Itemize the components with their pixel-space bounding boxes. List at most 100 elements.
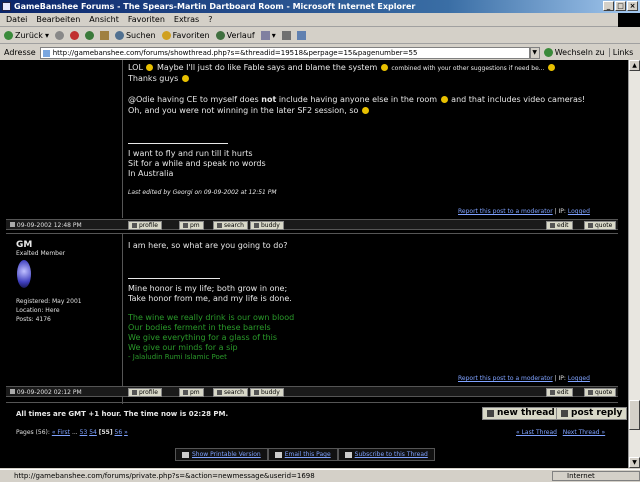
refresh-button[interactable] [84, 31, 94, 40]
go-button[interactable]: Wechseln zu [543, 48, 605, 57]
forward-button[interactable] [54, 31, 64, 40]
stop-icon [69, 31, 79, 40]
search-button[interactable]: Suchen [114, 31, 156, 40]
page-icon [42, 49, 50, 57]
history-button[interactable]: Verlauf [215, 31, 255, 40]
post-icon [10, 222, 15, 227]
post1-date: 09-09-2002 12:48 PM [10, 222, 82, 230]
post2-quote-button[interactable]: quote [584, 388, 617, 397]
post2-report[interactable]: Report this post to a moderator | IP: Lo… [458, 375, 590, 383]
pm-icon [183, 390, 188, 395]
back-button[interactable]: Zurück ▾ [4, 31, 49, 40]
scroll-thumb[interactable] [629, 400, 640, 430]
page-53-link[interactable]: 53 [80, 429, 88, 436]
post1-pm-button[interactable]: pm [179, 221, 204, 230]
page-56-link[interactable]: 56 [115, 429, 123, 436]
maximize-button[interactable]: □ [615, 1, 626, 11]
address-bar: Adresse http://gamebanshee.com/forums/sh… [0, 45, 640, 60]
page-current: [55] [98, 429, 113, 436]
address-input[interactable]: http://gamebanshee.com/forums/showthread… [39, 46, 530, 59]
column-divider [122, 234, 123, 404]
menu-bearbeiten[interactable]: Bearbeiten [36, 13, 80, 26]
mail-button[interactable]: ▾ [260, 31, 276, 40]
post2-profile-button[interactable]: profile [128, 388, 162, 397]
post1-line2: Thanks guys [128, 73, 190, 84]
user-avatar [17, 260, 31, 288]
quote-icon [588, 223, 593, 228]
new-thread-icon [487, 410, 494, 417]
subscribe-link[interactable]: Subscribe to this Thread [337, 448, 435, 461]
laugh-icon [181, 75, 189, 82]
email-icon [274, 451, 282, 458]
menu-ansicht[interactable]: Ansicht [89, 13, 119, 26]
post2-edit-button[interactable]: edit [546, 388, 573, 397]
post2-pm-button[interactable]: pm [179, 388, 204, 397]
post1-sig-3: In Australia [128, 169, 174, 178]
profile-icon [132, 390, 137, 395]
page-content: LOL Maybe I'll just do like Fable says a… [0, 60, 628, 468]
address-label: Adresse [4, 48, 36, 57]
search-icon [114, 31, 124, 40]
status-bar: http://gamebanshee.com/forums/private.ph… [0, 469, 640, 481]
post-reply-button[interactable]: post reply [556, 407, 628, 420]
post1-report[interactable]: Report this post to a moderator | IP: Lo… [458, 208, 590, 216]
smiley-icon [440, 96, 448, 103]
edit-page-button[interactable] [296, 31, 306, 40]
menu-extras[interactable]: Extras [174, 13, 199, 26]
post-icon [10, 389, 15, 394]
post2-rank: Exalted Member [16, 250, 66, 257]
vertical-scrollbar[interactable]: ▲ ▼ [628, 60, 640, 468]
menu-favoriten[interactable]: Favoriten [128, 13, 165, 26]
forward-arrow-icon [54, 31, 64, 40]
ie-app-icon [2, 2, 11, 11]
next-thread-link[interactable]: Next Thread » [563, 429, 605, 436]
smiley-icon [361, 107, 369, 114]
post2-footer-bar [6, 386, 618, 397]
subscribe-icon [344, 451, 352, 458]
stop-button[interactable] [69, 31, 79, 40]
post2-text: I am here, so what are you going to do? [128, 241, 288, 250]
status-url: http://gamebanshee.com/forums/private.ph… [14, 472, 315, 480]
minimize-button[interactable]: _ [603, 1, 614, 11]
print-icon [281, 31, 291, 40]
toolbar: Zurück ▾ Suchen Favoriten Verlauf ▾ [0, 28, 640, 44]
timezone-note: All times are GMT +1 hour. The time now … [16, 410, 229, 418]
menu-datei[interactable]: Datei [6, 13, 27, 26]
page-next-link[interactable]: » [124, 429, 128, 436]
favorites-button[interactable]: Favoriten [161, 31, 210, 40]
menu-help[interactable]: ? [208, 13, 212, 26]
post2-date: 09-09-2002 02:12 PM [10, 389, 82, 397]
post1-profile-button[interactable]: profile [128, 221, 162, 230]
column-divider [122, 60, 123, 218]
post2-location: Location: Here [16, 307, 60, 314]
post2-buddy-button[interactable]: buddy [250, 388, 284, 397]
post1-edit-button[interactable]: edit [546, 221, 573, 230]
post-reply-icon [561, 410, 568, 417]
new-thread-button[interactable]: new thread [482, 407, 560, 420]
post2-sig-2: Take honor from me, and my life is done. [128, 294, 292, 303]
pm-icon [183, 223, 188, 228]
history-icon [215, 31, 225, 40]
address-dropdown[interactable]: ▼ [529, 46, 540, 59]
scroll-up-button[interactable]: ▲ [629, 60, 640, 71]
links-button[interactable]: Links [608, 48, 633, 57]
home-button[interactable] [99, 31, 109, 40]
page-54-link[interactable]: 54 [89, 429, 97, 436]
print-button[interactable] [281, 31, 291, 40]
post1-search-button[interactable]: search [213, 221, 248, 230]
edit-icon [550, 390, 555, 395]
post-separator [6, 233, 618, 234]
page-first-link[interactable]: « First [52, 429, 70, 436]
scroll-down-button[interactable]: ▼ [629, 457, 640, 468]
post1-buddy-button[interactable]: buddy [250, 221, 284, 230]
buddy-icon [254, 223, 259, 228]
post2-search-button[interactable]: search [213, 388, 248, 397]
refresh-icon [84, 31, 94, 40]
close-button[interactable]: × [627, 1, 638, 11]
last-thread-link[interactable]: « Last Thread [516, 429, 557, 436]
search-icon [217, 223, 222, 228]
email-page-link[interactable]: Email this Page [267, 448, 338, 461]
printable-version-link[interactable]: Show Printable Version [175, 448, 268, 461]
post1-quote-button[interactable]: quote [584, 221, 617, 230]
security-zone: Internet [552, 471, 640, 481]
